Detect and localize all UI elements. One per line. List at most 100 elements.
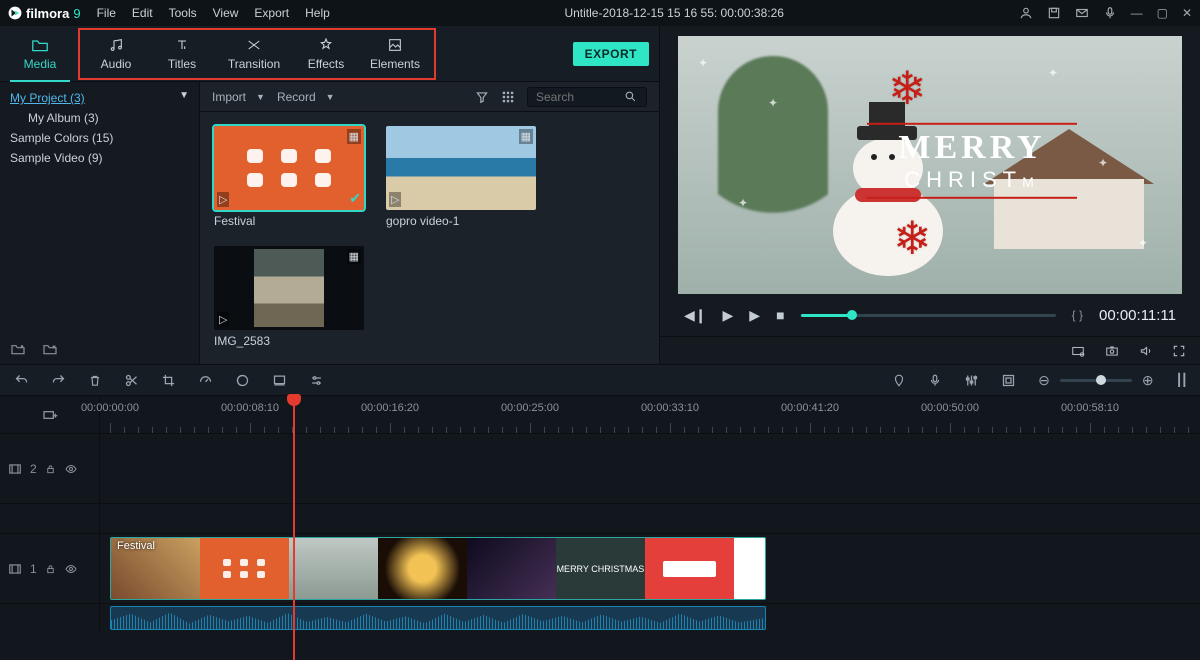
ribbon-label-transition: Transition [228,57,280,71]
play-forward-button[interactable]: ▶ [749,307,760,324]
transition-icon [245,37,263,53]
new-folder-icon[interactable] [10,342,26,356]
sidebar-item-my-project[interactable]: My Project (3) [10,88,189,108]
track-body-2[interactable] [100,434,1200,503]
ribbon-tab-elements[interactable]: Elements [362,32,428,76]
audio-track-body[interactable] [100,604,1200,632]
crop-icon[interactable] [161,373,176,388]
adjust-icon[interactable] [309,373,324,388]
marker-braces[interactable]: { } [1072,308,1083,322]
chevron-down-icon[interactable]: ▼ [179,90,189,101]
color-icon[interactable] [235,373,250,388]
delete-folder-icon[interactable] [42,342,58,356]
menu-tools[interactable]: Tools [169,6,197,20]
thumbnail-grid: ▦ ▷ ✔ Festival ▦ ▷ gopro video-1 [200,112,659,362]
preview-bottom-bar [660,336,1200,364]
redo-icon[interactable] [51,373,66,388]
sidebar-item-sample-colors[interactable]: Sample Colors (15) [10,128,189,148]
preview-panel: ❄ ❄ MERRY CHRISTM ✦ ✦ ✦ ✦ ✦ ✦ ◀❙ [660,26,1200,364]
mic-icon[interactable] [1103,6,1117,20]
playhead[interactable] [293,396,295,660]
stop-button[interactable]: ■ [776,307,784,323]
menu-help[interactable]: Help [305,6,330,20]
volume-icon[interactable] [1138,344,1154,358]
account-icon[interactable] [1019,6,1033,20]
search-icon [624,90,637,103]
preview-progress[interactable] [801,314,1056,317]
music-icon [107,37,125,53]
ribbon-tab-media[interactable]: Media [10,30,70,78]
fullscreen-icon[interactable] [1172,344,1186,358]
clip-title: Festival [214,214,364,228]
menu-view[interactable]: View [213,6,239,20]
voiceover-icon[interactable] [928,373,942,388]
clip-card-img2583[interactable]: ▦ ▷ IMG_2583 [214,246,364,348]
ribbon-label-elements: Elements [370,57,420,71]
settings-icon[interactable] [1070,344,1086,358]
lock-icon[interactable] [45,563,56,575]
audio-clip[interactable] [110,606,766,630]
render-icon[interactable] [1001,373,1016,388]
search-box[interactable] [527,87,647,107]
sidebar-item-my-album[interactable]: My Album (3) [10,108,189,128]
ribbon-tab-audio[interactable]: Audio [86,32,146,76]
lock-icon[interactable] [45,463,56,475]
window-controls: — ▢ ✕ [1019,6,1192,20]
media-browser: Import▼ Record▼ ▦ ▷ [200,82,659,364]
ruler-label: 00:00:33:10 [641,402,699,414]
timeline-clip-festival[interactable]: Festival MERRY CHRISTMAS [110,537,766,600]
menu-bar: File Edit Tools View Export Help [97,6,330,20]
ribbon-label-titles: Titles [168,57,196,71]
zoom-fit-icon[interactable]: ┃┃ [1176,373,1186,387]
play-button[interactable]: ▶ [723,307,734,324]
ribbon-tab-titles[interactable]: Titles [152,32,212,76]
track-row-1-video: 1 Festival MERRY CHRISTMAS [0,534,1200,604]
zoom-out-button[interactable]: ⊖ [1038,372,1050,389]
timeline-ruler[interactable]: 00:00:00:0000:00:08:1000:00:16:2000:00:2… [0,396,1200,434]
search-input[interactable] [536,90,616,104]
mail-icon[interactable] [1075,6,1089,20]
grid-view-icon[interactable] [501,90,515,104]
green-screen-icon[interactable] [272,373,287,388]
ribbon-tab-transition[interactable]: Transition [218,32,290,76]
track-number: 1 [30,562,37,576]
minimize-button[interactable]: — [1131,6,1143,20]
undo-icon[interactable] [14,373,29,388]
play-badge-icon: ▷ [389,192,401,207]
track-gap [0,504,1200,534]
maximize-button[interactable]: ▢ [1157,6,1168,20]
track-body-1[interactable]: Festival MERRY CHRISTMAS [100,534,1200,603]
snapshot-icon[interactable] [1104,344,1120,358]
title-bar: filmora9 File Edit Tools View Export Hel… [0,0,1200,26]
eye-icon[interactable] [64,463,78,475]
export-button[interactable]: EXPORT [573,42,649,66]
close-button[interactable]: ✕ [1182,6,1192,20]
speed-icon[interactable] [198,373,213,388]
menu-file[interactable]: File [97,6,116,20]
ruler-label: 00:00:25:00 [501,402,559,414]
menu-edit[interactable]: Edit [132,6,153,20]
filter-icon[interactable] [475,90,489,104]
clip-card-festival[interactable]: ▦ ▷ ✔ Festival [214,126,364,228]
ribbon-tab-effects[interactable]: Effects [296,32,356,76]
app-logo: filmora9 [8,6,81,21]
add-track-icon[interactable] [42,408,58,422]
marker-icon[interactable] [892,373,906,388]
delete-icon[interactable] [88,373,102,388]
prev-frame-button[interactable]: ◀❙ [684,307,707,324]
zoom-in-button[interactable]: ⊕ [1142,372,1154,389]
import-dropdown[interactable]: Import▼ [212,90,265,104]
sidebar-item-sample-video[interactable]: Sample Video (9) [10,148,189,168]
menu-export[interactable]: Export [254,6,289,20]
eye-icon[interactable] [64,563,78,575]
zoom-slider[interactable] [1060,379,1132,382]
audio-mixer-icon[interactable] [964,373,979,388]
preview-controls: ◀❙ ▶ ▶ ■ { } 00:00:11:11 [678,294,1182,336]
titles-icon [173,37,191,53]
clip-card-gopro[interactable]: ▦ ▷ gopro video-1 [386,126,536,228]
save-icon[interactable] [1047,6,1061,20]
preview-viewport[interactable]: ❄ ❄ MERRY CHRISTM ✦ ✦ ✦ ✦ ✦ ✦ [678,36,1182,294]
record-dropdown[interactable]: Record▼ [277,90,335,104]
cut-icon[interactable] [124,373,139,388]
project-sidebar: ▼ My Project (3) My Album (3) Sample Col… [0,82,200,364]
